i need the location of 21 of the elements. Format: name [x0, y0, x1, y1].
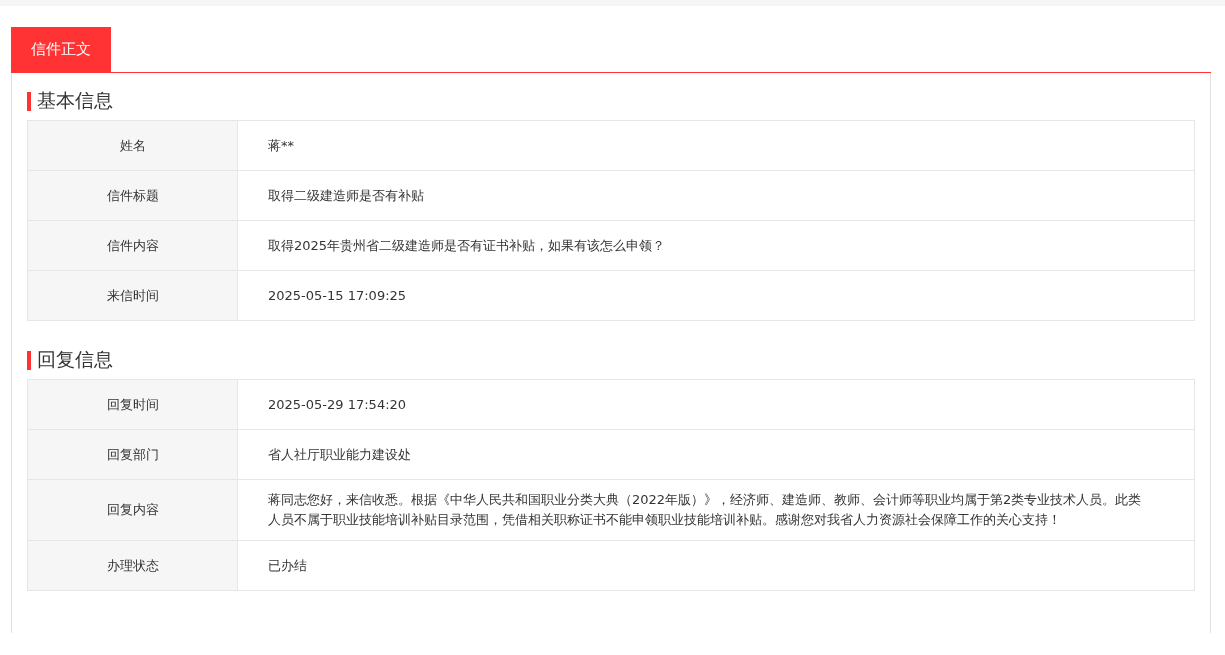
section-marker	[27, 91, 31, 111]
field-label: 来信时间	[27, 270, 238, 321]
field-label: 信件内容	[27, 220, 238, 271]
tab[interactable]: 信件正文	[11, 27, 111, 72]
field-value: 2025-05-29 17:54:20	[237, 379, 1195, 430]
field-value: 取得二级建造师是否有补贴	[237, 170, 1195, 221]
field-value: 取得2025年贵州省二级建造师是否有证书补贴，如果有该怎么申领？	[237, 220, 1195, 271]
field-value: 蒋同志您好，来信收悉。根据《中华人民共和国职业分类大典（2022年版）》，经济师、建造师、教师、会计师等职业均属于第2类专业技术人员。此类人员不属于职业技能培训补贴目录范围，凭借相关职称证书不能申领职业技能培训补贴。感谢您对我省人力资源社会保障工作的关心支持！	[237, 479, 1195, 541]
field-label: 办理状态	[27, 540, 238, 591]
field-value: 蒋**	[237, 120, 1195, 171]
field-label: 回复时间	[27, 379, 238, 430]
field-value: 已办结	[237, 540, 1195, 591]
field-label: 回复部门	[27, 429, 238, 480]
field-label: 姓名	[27, 120, 238, 171]
section-title: 回复信息	[37, 347, 113, 372]
field-value: 省人社厅职业能力建设处	[237, 429, 1195, 480]
field-label: 回复内容	[27, 479, 238, 541]
field-label: 信件标题	[27, 170, 238, 221]
field-value: 2025-05-15 17:09:25	[237, 270, 1195, 321]
section-marker	[27, 350, 31, 370]
section-title: 基本信息	[37, 88, 113, 113]
